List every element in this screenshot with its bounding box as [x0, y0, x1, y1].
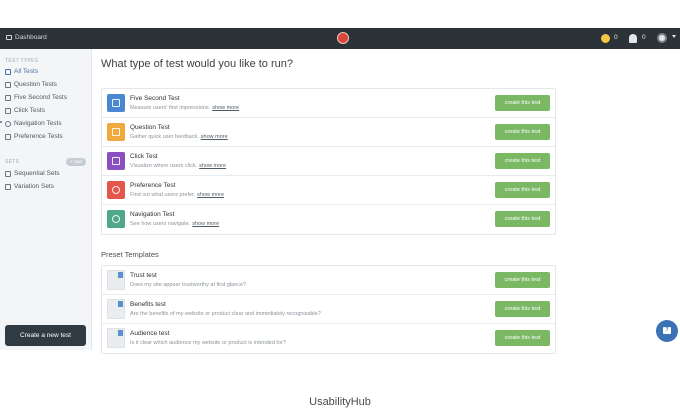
preset-template-list: Trust test Does my site appear trustwort… — [101, 265, 556, 354]
preset-row-benefits: Benefits test Are the benefits of my web… — [102, 295, 555, 324]
sidebar: TEST TYPES All Tests Question Tests Five… — [0, 49, 92, 350]
sidebar-item-click-tests[interactable]: Click Tests — [5, 107, 45, 114]
grid-icon — [5, 68, 11, 75]
test-type-row-preference: Preference Test Find out what users pref… — [102, 176, 555, 205]
cursor-icon — [5, 107, 11, 114]
user-avatar[interactable] — [657, 33, 667, 43]
test-type-row-five-second: Five Second Test Measure users' first im… — [102, 89, 555, 118]
help-chat-button[interactable]: ? — [656, 320, 678, 342]
preset-description: Does my site appear trustworthy at first… — [130, 281, 247, 288]
create-this-test-button[interactable]: create this test — [495, 153, 550, 169]
test-type-name: Five Second Test — [130, 95, 180, 102]
sets-header: SETS — [5, 159, 20, 165]
show-more-link[interactable]: show more — [212, 105, 239, 111]
preset-description: Is it clear which audience my website or… — [130, 339, 286, 346]
test-type-list: Five Second Test Measure users' first im… — [101, 88, 556, 235]
description-text: See how users navigate. — [130, 220, 191, 227]
dashboard-link[interactable]: Dashboard — [6, 34, 47, 41]
template-thumbnail — [107, 270, 125, 290]
sidebar-item-label: Five Second Tests — [14, 94, 67, 101]
preset-row-trust: Trust test Does my site appear trustwort… — [102, 266, 555, 295]
description-text: Visualize where users click. — [130, 162, 198, 169]
top-nav-bar: Dashboard 0 0 — [0, 28, 680, 49]
sidebar-item-navigation-tests[interactable]: Navigation Tests — [5, 120, 62, 127]
template-thumbnail — [107, 328, 125, 348]
sidebar-item-label: Question Tests — [14, 81, 57, 88]
hourglass-icon — [5, 94, 11, 101]
test-type-row-question: Question Test Gather quick user feedback… — [102, 118, 555, 147]
speech-bubble-icon — [5, 81, 11, 88]
test-type-name: Navigation Test — [130, 211, 175, 218]
copy-icon — [5, 183, 11, 190]
preset-name: Trust test — [130, 272, 157, 279]
create-this-test-button[interactable]: create this test — [495, 211, 550, 227]
preset-templates-heading: Preset Templates — [101, 250, 159, 259]
sidebar-item-five-second-tests[interactable]: Five Second Tests — [5, 94, 67, 101]
sidebar-item-label: Preference Tests — [14, 133, 63, 140]
show-more-link[interactable]: show more — [192, 221, 219, 227]
speech-bubble-icon — [107, 123, 125, 141]
test-types-header: TEST TYPES — [5, 58, 39, 64]
help-glyph: ? — [665, 327, 669, 333]
description-text: Find out what users prefer. — [130, 191, 196, 198]
test-type-description: Find out what users prefer. show more — [130, 192, 224, 198]
test-type-row-navigation: Navigation Test See how users navigate. s… — [102, 205, 555, 234]
caption: UsabilityHub — [309, 396, 371, 408]
test-type-name: Click Test — [130, 153, 158, 160]
heart-icon — [5, 133, 11, 140]
create-this-test-button[interactable]: create this test — [495, 272, 550, 288]
chevron-down-icon[interactable] — [672, 35, 676, 38]
test-type-description: Measure users' first impressions. show mo… — [130, 105, 239, 111]
test-type-description: See how users navigate. show more — [130, 221, 219, 227]
create-this-test-button[interactable]: create this test — [495, 301, 550, 317]
main-content: What type of test would you like to run?… — [92, 49, 680, 354]
test-type-description: Gather quick user feedback. show more — [130, 134, 228, 140]
show-more-link[interactable]: show more — [201, 134, 228, 140]
sidebar-item-sequential-sets[interactable]: Sequential Sets — [5, 170, 60, 177]
description-text: Measure users' first impressions. — [130, 104, 211, 111]
usabilityhub-logo[interactable] — [337, 32, 349, 44]
sidebar-item-label: Navigation Tests — [14, 120, 62, 127]
sidebar-item-all-tests[interactable]: All Tests — [5, 68, 38, 75]
test-type-row-click: Click Test Visualize where users click. s… — [102, 147, 555, 176]
template-thumbnail — [107, 299, 125, 319]
create-this-test-button[interactable]: create this test — [495, 95, 550, 111]
create-this-test-button[interactable]: create this test — [495, 124, 550, 140]
add-set-button[interactable]: + Add — [66, 158, 86, 166]
dashboard-icon — [6, 35, 12, 40]
show-more-link[interactable]: show more — [199, 163, 226, 169]
compass-icon — [107, 210, 125, 228]
heart-icon — [107, 181, 125, 199]
stack-icon — [5, 170, 11, 177]
sidebar-item-preference-tests[interactable]: Preference Tests — [5, 133, 63, 140]
sidebar-item-label: Click Tests — [14, 107, 45, 114]
notification-count: 0 — [642, 34, 646, 41]
page-title: What type of test would you like to run? — [101, 58, 293, 70]
sidebar-item-question-tests[interactable]: Question Tests — [5, 81, 57, 88]
credits-count: 0 — [614, 34, 618, 41]
preset-description: Are the benefits of my website or produc… — [130, 310, 321, 317]
sidebar-item-variation-sets[interactable]: Variation Sets — [5, 183, 54, 190]
hourglass-icon — [107, 94, 125, 112]
notification-icon[interactable] — [629, 34, 637, 43]
create-this-test-button[interactable]: create this test — [495, 182, 550, 198]
sidebar-item-label: Sequential Sets — [14, 170, 60, 177]
create-new-test-button[interactable]: Create a new test — [5, 325, 86, 346]
compass-icon — [5, 120, 11, 127]
preset-name: Benefits test — [130, 301, 166, 308]
cursor-icon — [107, 152, 125, 170]
sidebar-item-label: Variation Sets — [14, 183, 54, 190]
create-this-test-button[interactable]: create this test — [495, 330, 550, 346]
show-more-link[interactable]: show more — [197, 192, 224, 198]
test-type-name: Question Test — [130, 124, 170, 131]
sidebar-item-label: All Tests — [14, 68, 39, 75]
test-type-name: Preference Test — [130, 182, 176, 189]
dashboard-label: Dashboard — [15, 34, 47, 41]
credits-coin-icon[interactable] — [601, 34, 610, 43]
description-text: Gather quick user feedback. — [130, 133, 199, 140]
active-indicator — [0, 121, 2, 123]
preset-row-audience: Audience test Is it clear which audience… — [102, 324, 555, 353]
preset-name: Audience test — [130, 330, 170, 337]
test-type-description: Visualize where users click. show more — [130, 163, 226, 169]
